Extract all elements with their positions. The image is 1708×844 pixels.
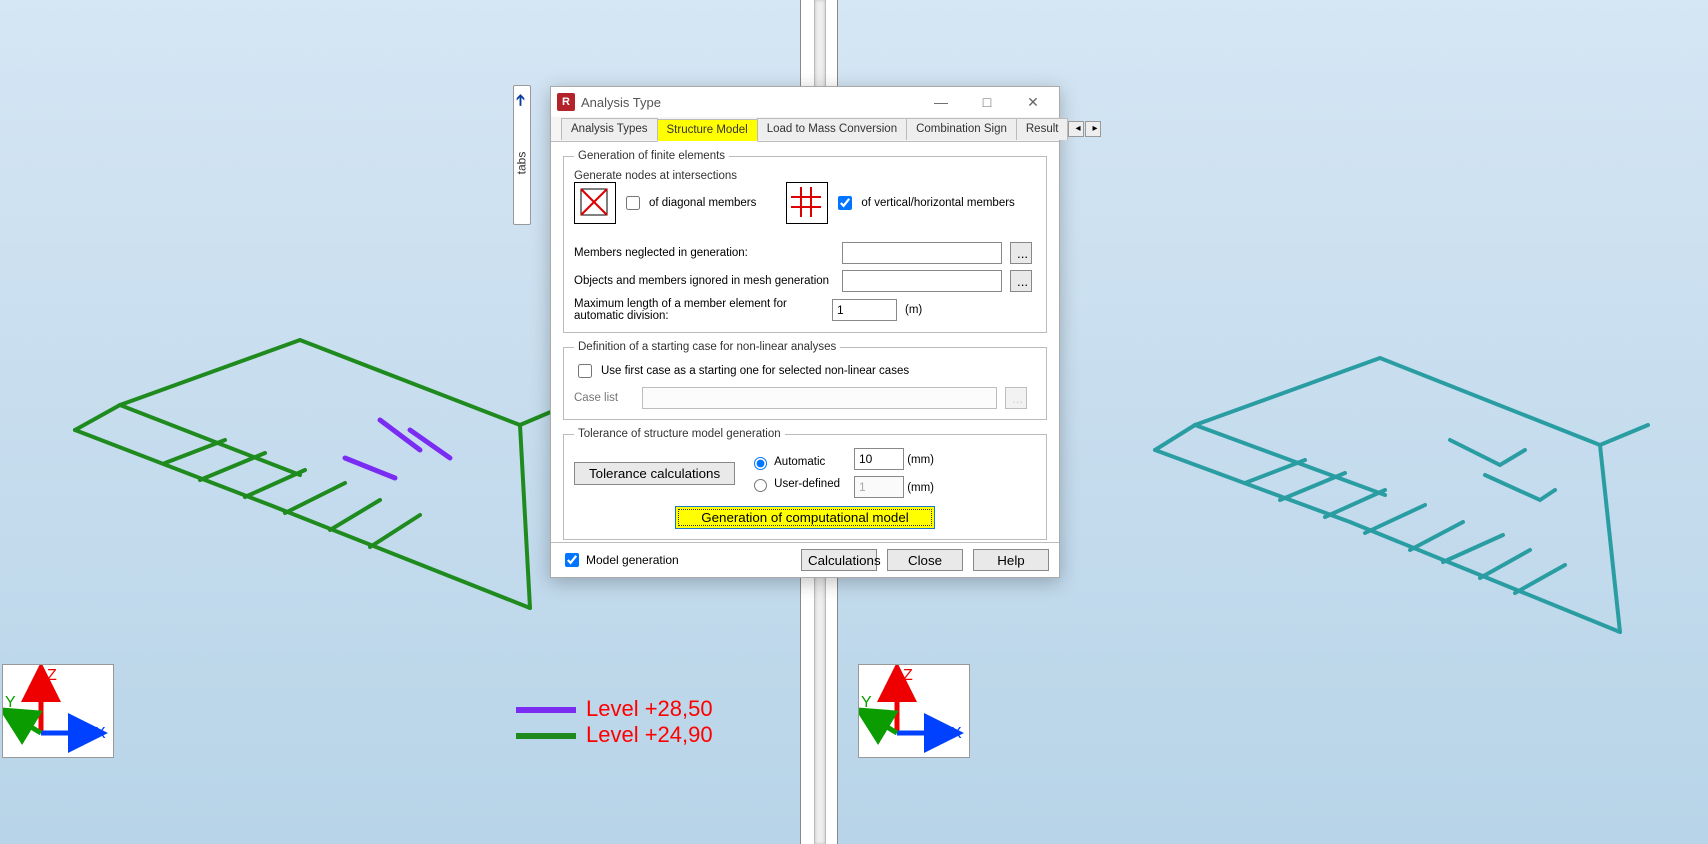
generate-computational-model-button[interactable]: Generation of computational model [675,506,935,529]
cb-model-generation[interactable] [565,553,579,567]
minimize-button[interactable]: — [921,88,961,116]
tol-user-input [854,476,904,498]
ignored-input[interactable] [842,270,1002,292]
chevron-left-icon: ➔ [514,93,530,106]
svg-text:Z: Z [903,667,913,684]
caselist-picker: ... [1005,387,1027,409]
cb-use-first-case[interactable] [578,364,592,378]
help-button[interactable]: Help [973,549,1049,571]
fs-nodes-legend: Generate nodes at intersections [574,170,737,182]
fs-tolerance: Tolerance of structure model generation … [563,428,1047,540]
tab-analysis-types[interactable]: Analysis Types [561,118,658,140]
tolerance-calculations-button[interactable]: Tolerance calculations [574,462,735,485]
cb-vh-label: of vertical/horizontal members [861,197,1014,209]
maxlen-label: Maximum length of a member element for a… [574,298,824,322]
neglected-label: Members neglected in generation: [574,247,834,259]
close-dialog-button[interactable]: Close [887,549,963,571]
cb-diagonal[interactable] [626,196,640,210]
axis-x-label: X [95,725,106,742]
tab-load-to-mass[interactable]: Load to Mass Conversion [757,118,907,140]
tab-structure-model[interactable]: Structure Model [657,119,758,142]
tabscroll-right[interactable]: ▸ [1085,121,1101,137]
model-view-right [1080,350,1708,730]
axis-z-label: Z [47,667,57,684]
legend-label-2: Level +24,90 [586,722,713,747]
app-icon: R [557,93,575,111]
ignored-label: Objects and members ignored in mesh gene… [574,275,834,287]
caselist-label: Case list [574,392,634,404]
fs-tolerance-legend: Tolerance of structure model generation [574,428,785,440]
dialog-footer: Model generation Calculations Close Help [551,542,1059,577]
cb-diagonal-label: of diagonal members [649,197,756,209]
neglected-input[interactable] [842,242,1002,264]
maxlen-input[interactable] [832,299,897,321]
svg-text:Y: Y [861,694,872,711]
tab-combination-sign[interactable]: Combination Sign [906,118,1017,140]
grid-intersect-icon[interactable] [786,182,828,224]
neglected-picker[interactable]: ... [1010,242,1032,264]
dialog-title: Analysis Type [581,95,661,110]
fs-starting-legend: Definition of a starting case for non-li… [574,341,840,353]
close-button[interactable]: ✕ [1013,88,1053,116]
calculations-button[interactable]: Calculations [801,549,877,571]
legend-swatch-2 [516,733,576,739]
legend: Level +28,50 Level +24,90 [516,696,713,748]
legend-label-1: Level +28,50 [586,696,713,721]
cb-use-first-label: Use first case as a starting one for sel… [601,365,909,377]
side-tabs-label: tabs [514,152,528,175]
fs-nodes: Generate nodes at intersections of diago… [574,170,1036,236]
maximize-button[interactable]: □ [967,88,1007,116]
analysis-type-dialog: R Analysis Type — □ ✕ Analysis Types Str… [550,86,1060,578]
axis-gizmo-right: Z X Y [858,664,970,758]
titlebar[interactable]: R Analysis Type — □ ✕ [551,87,1059,117]
svg-text:X: X [951,725,962,742]
tabscroll-left[interactable]: ◂ [1068,121,1084,137]
ignored-picker[interactable]: ... [1010,270,1032,292]
side-tabs-handle[interactable]: ➔ tabs [513,85,531,225]
radio-automatic[interactable] [754,457,767,470]
radio-user-defined[interactable] [754,479,767,492]
cb-model-generation-label: Model generation [586,553,679,567]
axis-y-label: Y [5,694,16,711]
legend-swatch-1 [516,707,576,713]
tab-result[interactable]: Result [1016,118,1069,140]
axis-gizmo-left: Z X Y [2,664,114,758]
caselist-input [642,387,997,409]
fs-generation-legend: Generation of finite elements [574,150,729,162]
tabstrip: Analysis Types Structure Model Load to M… [551,117,1059,142]
tol-auto-input[interactable] [854,448,904,470]
fs-starting-case: Definition of a starting case for non-li… [563,341,1047,420]
fs-generation: Generation of finite elements Generate n… [563,150,1047,333]
cb-vertical-horizontal[interactable] [838,196,852,210]
maxlen-unit: (m) [905,304,922,316]
diagonal-intersect-icon[interactable] [574,182,616,224]
